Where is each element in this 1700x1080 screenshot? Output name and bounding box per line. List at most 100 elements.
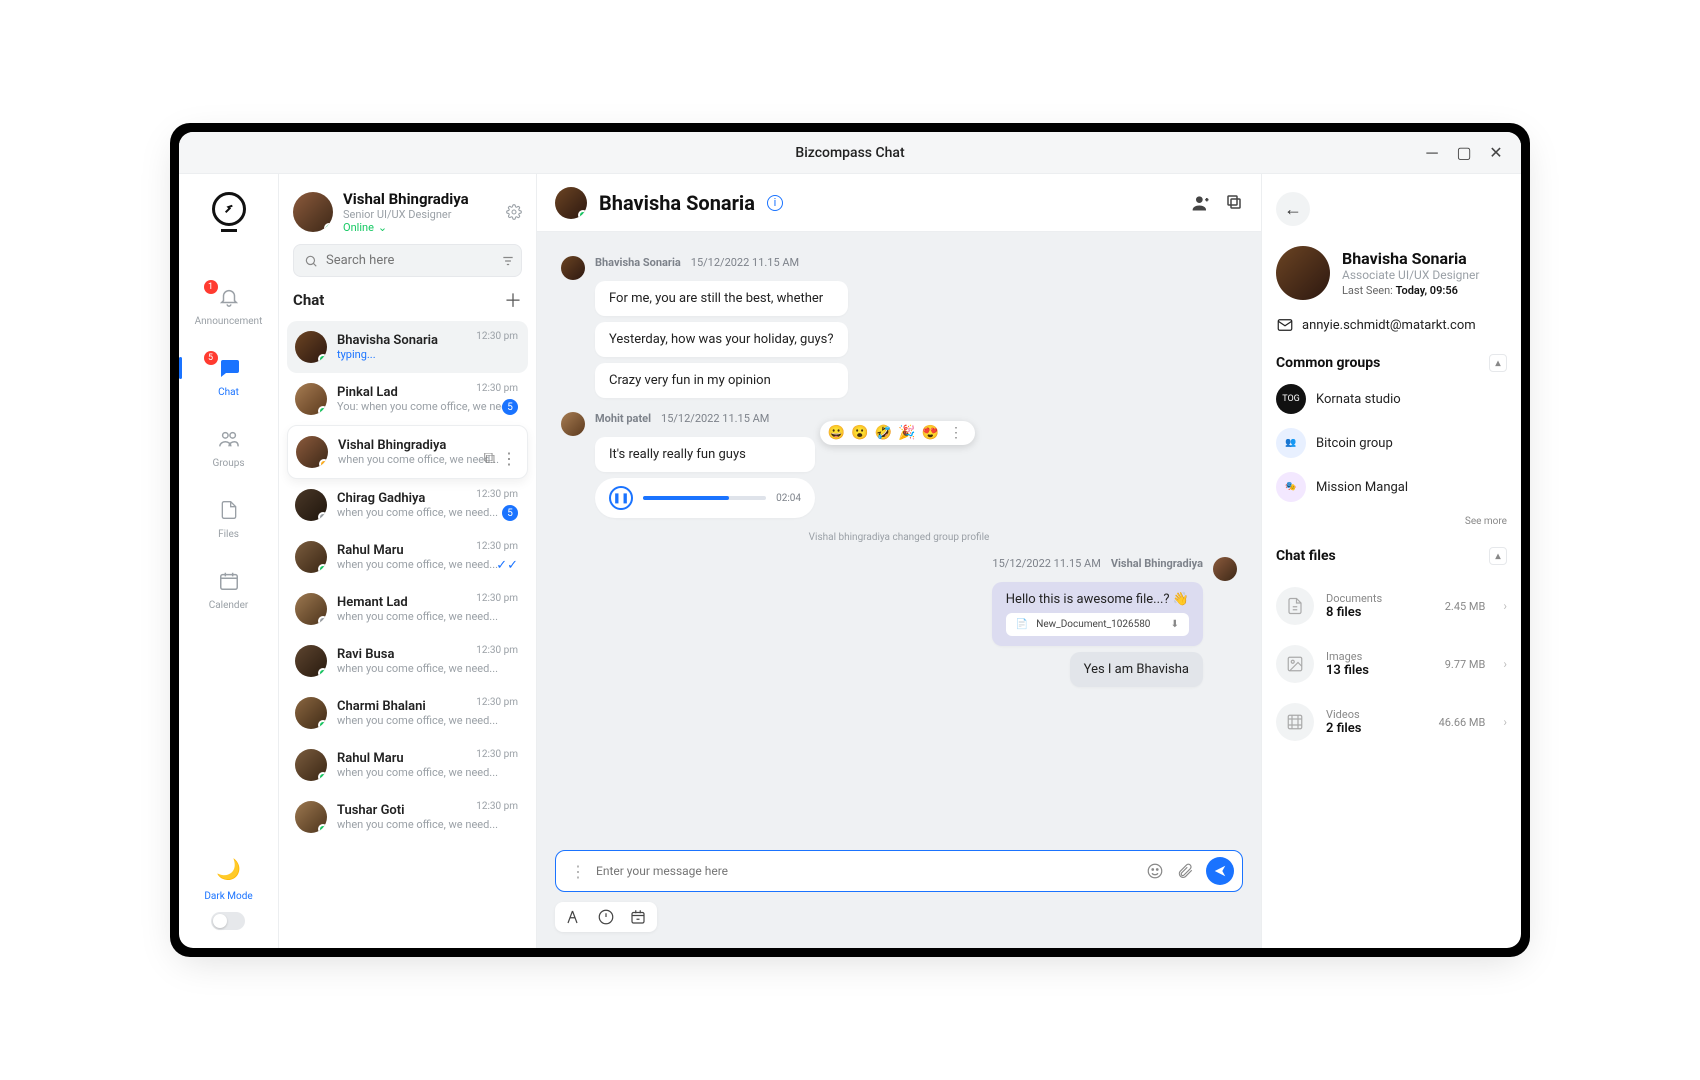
chat-list-item[interactable]: Rahul Maruwhen you come office, we need.… xyxy=(287,531,528,583)
search-box[interactable] xyxy=(293,244,522,277)
avatar xyxy=(295,697,327,729)
gear-icon[interactable] xyxy=(506,204,522,220)
file-category-row[interactable]: Videos2 files46.66 MB› xyxy=(1276,693,1507,751)
audio-message[interactable]: ❚❚ 02:04 xyxy=(595,478,815,518)
message-input[interactable] xyxy=(596,864,1136,878)
close-icon[interactable]: ✕ xyxy=(1489,146,1503,160)
chat-list-item[interactable]: Chirag Gadhiyawhen you come office, we n… xyxy=(287,479,528,531)
avatar xyxy=(295,749,327,781)
avatar xyxy=(295,383,327,415)
chat-list-column: Vishal Bhingradiya Senior UI/UX Designer… xyxy=(279,174,537,948)
more-icon[interactable]: ⋮ xyxy=(570,862,586,881)
audio-progress[interactable] xyxy=(643,496,766,500)
copy-icon[interactable]: ⧉ xyxy=(484,448,495,468)
group-item[interactable]: TOGKornata studio xyxy=(1276,384,1507,414)
file-category-row[interactable]: Documents8 files2.45 MB› xyxy=(1276,577,1507,635)
chat-icon: 5 xyxy=(216,355,242,381)
chat-list-item[interactable]: Pinkal LadYou: when you come office, we … xyxy=(287,373,528,425)
message-bubble[interactable]: Crazy very fun in my opinion xyxy=(595,363,848,398)
avatar xyxy=(296,436,328,468)
minimize-icon[interactable]: ─ xyxy=(1425,146,1439,160)
collapse-icon[interactable]: ▴ xyxy=(1489,354,1507,372)
more-icon[interactable]: ⋮ xyxy=(501,449,517,468)
system-message: Vishal bhingradiya changed group profile xyxy=(561,532,1237,543)
profile-status[interactable]: Online ⌄ xyxy=(343,221,496,234)
chat-list-item[interactable]: Charmi Bhalaniwhen you come office, we n… xyxy=(287,687,528,739)
chat-list-item[interactable]: Vishal Bhingradiyawhen you come office, … xyxy=(287,425,528,479)
nav-chat[interactable]: 5 Chat xyxy=(179,355,278,398)
info-icon[interactable]: i xyxy=(767,195,783,211)
nav-groups[interactable]: Groups xyxy=(179,426,278,469)
chat-list-item[interactable]: Rahul Maruwhen you come office, we need.… xyxy=(287,739,528,791)
chat-list-item[interactable]: Tushar Gotiwhen you come office, we need… xyxy=(287,791,528,843)
contact-name: Bhavisha Sonaria xyxy=(1342,249,1479,268)
chat-items-list[interactable]: Bhavisha Sonariatyping...12:30 pmPinkal … xyxy=(279,321,536,948)
reaction-bar[interactable]: 😀 😮 🤣 🎉 😍 ⋮ xyxy=(820,421,975,445)
attachment-icon[interactable] xyxy=(1176,862,1194,880)
chat-body[interactable]: Bhavisha Sonaria15/12/2022 11.15 AM For … xyxy=(537,232,1261,838)
group-item[interactable]: 👥Bitcoin group xyxy=(1276,428,1507,458)
emoji-icon[interactable] xyxy=(1146,862,1164,880)
emoji-grin-icon[interactable]: 😀 xyxy=(828,425,845,441)
file-icon: 📄 xyxy=(1016,619,1028,630)
copy-icon[interactable] xyxy=(1225,193,1243,213)
format-icon[interactable] xyxy=(565,908,583,926)
read-check-icon: ✓✓ xyxy=(496,558,518,573)
message-bubble[interactable]: It's really really fun guys xyxy=(595,437,815,472)
app-logo[interactable] xyxy=(212,192,246,226)
window-title: Bizcompass Chat xyxy=(795,145,904,161)
emoji-surprised-icon[interactable]: 😮 xyxy=(851,425,868,441)
file-attachment[interactable]: 📄 New_Document_1026580 ⬇ xyxy=(1006,613,1189,636)
dark-mode-toggle[interactable] xyxy=(211,912,245,930)
emoji-rofl-icon[interactable]: 🤣 xyxy=(875,425,892,441)
profile-name: Vishal Bhingradiya xyxy=(343,190,496,208)
more-icon[interactable]: ⋮ xyxy=(945,425,967,441)
collapse-icon[interactable]: ▴ xyxy=(1489,547,1507,565)
chat-header: Bhavisha Sonaria i xyxy=(537,174,1261,232)
nav-files[interactable]: Files xyxy=(179,497,278,540)
message-time: 15/12/2022 11.15 AM xyxy=(992,557,1100,570)
send-button[interactable] xyxy=(1206,857,1234,885)
new-chat-button[interactable]: ＋ xyxy=(504,287,522,313)
chat-list-item[interactable]: Hemant Ladwhen you come office, we need.… xyxy=(287,583,528,635)
message-composer[interactable]: ⋮ xyxy=(555,850,1243,892)
moon-icon: 🌙 xyxy=(216,857,241,881)
message-bubble[interactable]: Yes I am Bhavisha xyxy=(1070,652,1203,687)
calendar-icon xyxy=(216,568,242,594)
avatar xyxy=(1213,557,1237,581)
dark-mode-label: Dark Mode xyxy=(204,891,252,902)
maximize-icon[interactable]: ▢ xyxy=(1457,146,1471,160)
group-item[interactable]: 🎭Mission Mangal xyxy=(1276,472,1507,502)
chat-list-item[interactable]: Bhavisha Sonariatyping...12:30 pm xyxy=(287,321,528,373)
avatar xyxy=(561,256,585,280)
chat-list-item[interactable]: Ravi Busawhen you come office, we need..… xyxy=(287,635,528,687)
message-author: Mohit patel xyxy=(595,412,651,425)
avatar[interactable] xyxy=(293,192,333,232)
message-time: 15/12/2022 11.15 AM xyxy=(691,256,799,269)
pause-icon[interactable]: ❚❚ xyxy=(609,486,633,510)
search-input[interactable] xyxy=(326,253,492,268)
message-bubble[interactable]: Hello this is awesome file...? 👋 📄 New_D… xyxy=(992,582,1203,646)
nav-announcement[interactable]: 1 Announcement xyxy=(179,284,278,327)
back-button[interactable]: ← xyxy=(1276,192,1310,226)
groups-heading: Common groups xyxy=(1276,355,1380,371)
file-type-icon xyxy=(1276,587,1314,625)
avatar xyxy=(295,489,327,521)
emoji-party-icon[interactable]: 🎉 xyxy=(898,425,915,441)
contact-email[interactable]: annyie.schmidt@matarkt.com xyxy=(1276,316,1507,334)
add-user-icon[interactable] xyxy=(1191,193,1211,213)
download-icon[interactable]: ⬇ xyxy=(1171,619,1179,630)
archive-icon[interactable] xyxy=(629,908,647,926)
avatar[interactable] xyxy=(1276,246,1330,300)
message-bubble[interactable]: For me, you are still the best, whether xyxy=(595,281,848,316)
file-category-row[interactable]: Images13 files9.77 MB› xyxy=(1276,635,1507,693)
avatar xyxy=(295,645,327,677)
search-icon xyxy=(304,254,318,268)
message-bubble[interactable]: Yesterday, how was your holiday, guys? xyxy=(595,322,848,357)
filter-icon[interactable] xyxy=(500,254,516,268)
emoji-hearteyes-icon[interactable]: 😍 xyxy=(922,425,939,441)
see-more-link[interactable]: See more xyxy=(1276,516,1507,527)
nav-calendar[interactable]: Calender xyxy=(179,568,278,611)
alert-icon[interactable] xyxy=(597,908,615,926)
avatar[interactable] xyxy=(555,187,587,219)
